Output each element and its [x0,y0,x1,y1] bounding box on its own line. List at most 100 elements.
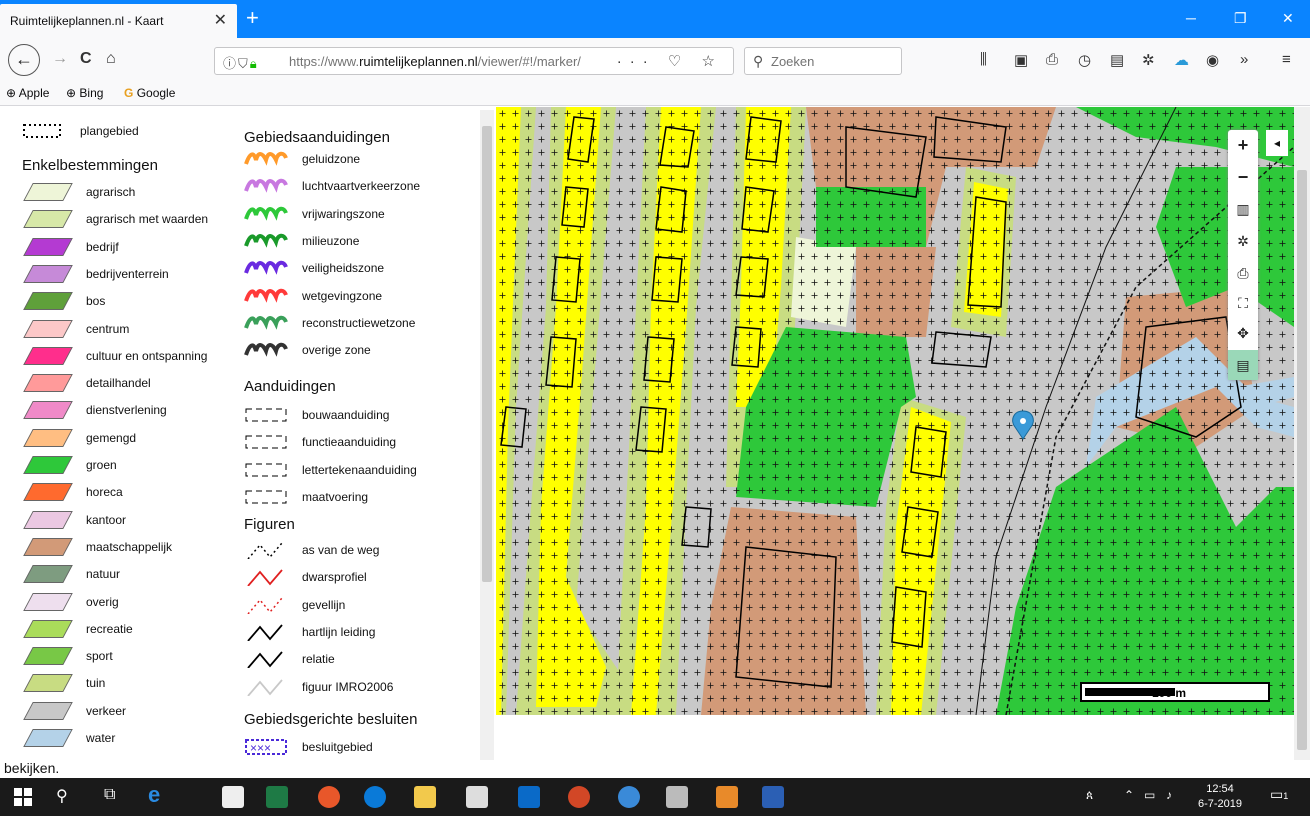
layers-button[interactable]: ▤ [1228,350,1258,380]
legend-heading-fig: Figuren [244,516,295,533]
bookmark-apple[interactable]: ⊕ Apple [6,86,49,100]
clock[interactable]: 12:54 6-7-2019 [1198,782,1242,812]
legend-swatch [23,237,73,256]
overflow-icon[interactable]: » [1240,51,1248,68]
map-canvas[interactable]: 100 m [496,107,1294,715]
edge-icon[interactable]: e [148,782,170,807]
legend-swatch [23,183,73,201]
legend-item-enkel: groen [22,455,117,475]
legend-item-gebied: overige zone [244,340,371,360]
forward-button[interactable]: → [52,50,68,68]
legend-heading-gebied: Gebiedsaanduidingen [244,129,390,146]
file-explorer-icon[interactable] [414,786,436,808]
excel-icon[interactable] [266,786,288,808]
print-button[interactable]: ⎙ [1228,258,1258,288]
tray-chevron-icon[interactable]: ⌃ [1124,788,1134,802]
notification-icon[interactable]: ▭1 [1270,786,1288,803]
print-icon[interactable]: ⎙ [1046,51,1058,68]
photos-icon[interactable] [716,786,738,808]
page-actions-icon[interactable]: ··· ♡ ☆ [617,52,723,70]
url-bar[interactable]: ⓘ⛉🔒︎ https://www.ruimtelijkeplannen.nl/v… [214,47,734,75]
search-input[interactable]: ⚲ Zoeken [744,47,902,75]
calculator-icon[interactable] [466,786,488,808]
app-icon[interactable] [618,786,640,808]
legend-heading-aand: Aanduidingen [244,378,336,395]
settings-button[interactable]: ✲ [1228,226,1258,256]
legend-scroll-thumb[interactable] [482,126,492,582]
legend-item-enkel: kantoor [22,510,126,530]
scanner-icon[interactable] [666,786,688,808]
store-icon[interactable] [222,786,244,808]
minimize-button[interactable]: ─ [1186,10,1196,26]
legend-swatch [23,292,73,311]
zoom-out-button[interactable]: − [1228,162,1258,192]
zoning-map[interactable]: 100 m [496,107,1294,715]
search-placeholder: Zoeken [771,54,815,69]
aanduiding-symbol [245,463,287,477]
site-info-icon[interactable]: ⓘ⛉🔒︎ [223,53,259,72]
fullscreen-button[interactable]: ⛶ [1228,288,1258,318]
volume-icon[interactable]: ♪ [1166,788,1172,802]
library-icon[interactable]: ⫼ [980,51,987,68]
figuur-symbol [247,624,283,641]
zone-symbol [244,206,288,221]
zoom-in-button[interactable]: + [1228,130,1258,160]
restore-button[interactable]: ❐ [1234,10,1247,27]
people-icon[interactable]: ጰ [1086,788,1093,803]
tab-close-icon[interactable]: ✕ [214,10,227,30]
panel-collapse-button[interactable]: ◂ [1266,130,1288,156]
scale-label: 100 m [1152,686,1186,700]
sidebar-icon[interactable]: ▣ [1014,51,1028,69]
history-icon[interactable]: ◷ [1078,51,1091,69]
home-button[interactable]: ⌂ [106,50,116,68]
outlook-icon[interactable] [518,786,540,808]
network-icon[interactable]: ▭ [1144,788,1155,802]
reload-button[interactable]: C [80,50,92,68]
figuur-symbol [247,678,283,696]
figuur-symbol [247,597,283,614]
legend-item-gebied: luchtvaartverkeerzone [244,176,420,196]
firefox-icon[interactable] [318,786,340,808]
menu-icon[interactable]: ≡ [1282,51,1291,68]
figuur-symbol [247,651,283,669]
svg-text:×××: ××× [250,741,271,755]
legend-item-gebied: milieuzone [244,231,359,251]
word-icon[interactable] [762,786,784,808]
cloud-icon[interactable]: ☁ [1174,51,1189,69]
task-view-icon[interactable]: ⧉ [104,786,126,808]
tab-active[interactable]: Ruimtelijkeplannen.nl - Kaart ✕ [0,4,237,38]
legend-swatch [23,647,73,666]
legend-item-enkel: verkeer [22,701,126,721]
bookmark-bing[interactable]: ⊕ Bing [66,86,103,100]
bookmark-google[interactable]: G Google [124,86,175,100]
bookmarks-bar [0,82,1310,106]
close-window-button[interactable]: ✕ [1282,10,1294,27]
page-scroll-thumb[interactable] [1297,170,1307,750]
locate-button[interactable]: ✥ [1228,318,1258,348]
url-text[interactable]: https://www.ruimtelijkeplannen.nl/viewer… [289,54,581,69]
legend-swatch [23,701,73,720]
legend-swatch [23,346,73,365]
legend-swatch [23,674,73,693]
legend-item-enkel: maatschappelijk [22,537,172,557]
legend-item-aand: functieaanduiding [244,432,396,452]
back-button[interactable]: ← [8,44,40,76]
measure-button[interactable]: ▥ [1228,194,1258,224]
legend-swatch [23,374,73,393]
legend-item-enkel: agrarisch met waarden [22,209,208,229]
figuur-symbol [247,569,283,587]
legend-item-enkel: agrarisch [22,182,135,202]
legend-item-enkel: sport [22,646,113,666]
legend-item-aand: lettertekenaanduiding [244,460,417,480]
powerpoint-icon[interactable] [568,786,590,808]
new-tab-button[interactable]: + [246,6,259,30]
search-icon[interactable]: ⚲ [56,786,78,808]
map-footer-area [496,715,1294,760]
legend-item-enkel: horeca [22,482,123,502]
screenshot-icon[interactable]: ▤ [1110,51,1124,69]
start-icon[interactable] [14,788,32,806]
account-icon[interactable]: ◉ [1206,51,1219,69]
extensions-icon[interactable]: ✲ [1142,51,1155,69]
figuur-symbol [247,542,283,559]
teamviewer-icon[interactable] [364,786,386,808]
